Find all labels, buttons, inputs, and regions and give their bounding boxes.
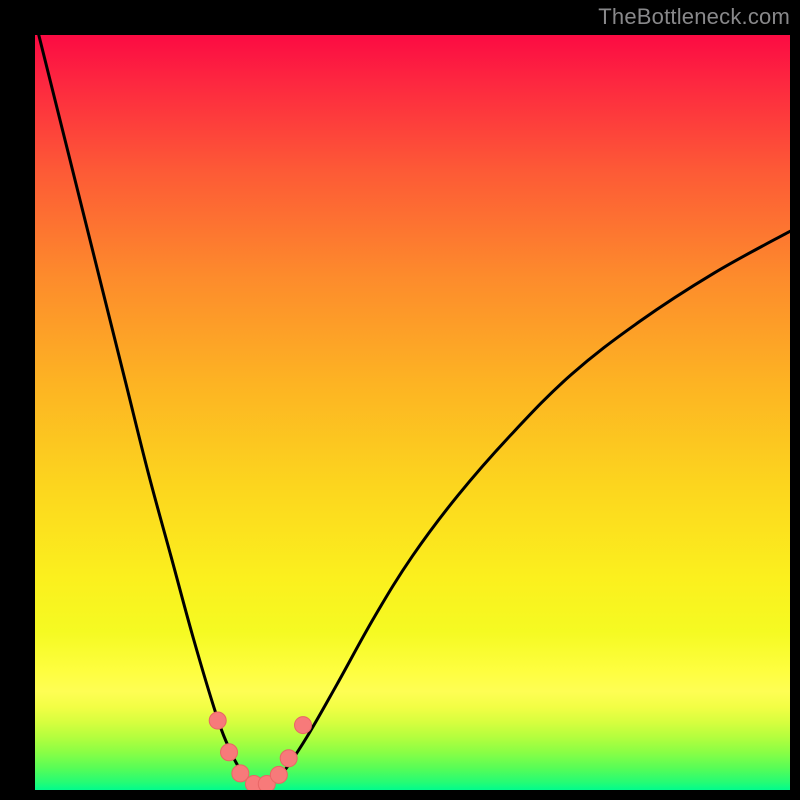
data-marker — [221, 744, 238, 761]
data-marker — [295, 717, 312, 734]
data-marker — [209, 712, 226, 729]
data-marker — [280, 750, 297, 767]
curve-layer — [35, 35, 790, 790]
chart-frame: TheBottleneck.com — [0, 0, 800, 800]
watermark-text: TheBottleneck.com — [598, 4, 790, 30]
bottleneck-curve — [35, 35, 790, 786]
plot-area — [35, 35, 790, 790]
data-marker — [270, 766, 287, 783]
